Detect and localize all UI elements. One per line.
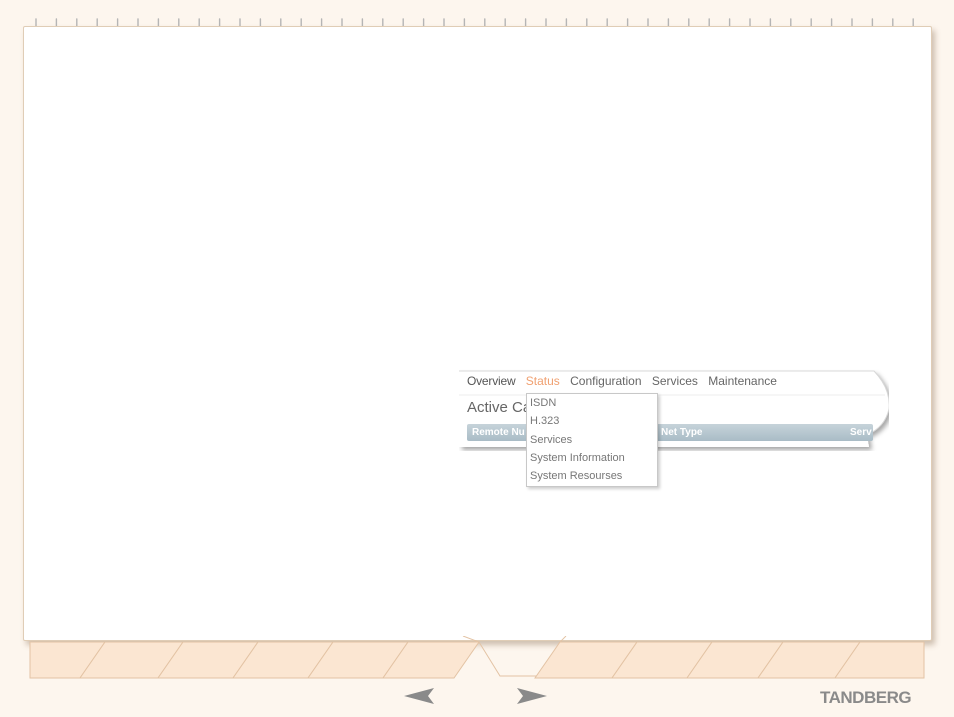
column-header-net-type[interactable]: Net Type — [661, 427, 703, 438]
triangle-right-icon — [517, 688, 547, 704]
index-tabs — [29, 636, 925, 679]
column-header-services[interactable]: Serv — [850, 427, 872, 438]
menu-status[interactable]: Status — [526, 374, 560, 388]
status-dropdown-menu: ISDN H.323 Services System Information S… — [526, 393, 658, 487]
next-page-button[interactable] — [515, 686, 549, 706]
menu-maintenance[interactable]: Maintenance — [708, 374, 777, 388]
main-menu-bar: Overview Status Configuration Services M… — [467, 374, 784, 390]
dropdown-item-services[interactable]: Services — [527, 431, 657, 449]
menu-configuration[interactable]: Configuration — [570, 374, 641, 388]
menu-services[interactable]: Services — [652, 374, 698, 388]
notebook-page — [23, 26, 932, 641]
page-title: Active Ca — [467, 399, 529, 416]
menu-overview[interactable]: Overview — [467, 374, 516, 388]
dropdown-item-h323[interactable]: H.323 — [527, 412, 657, 430]
dropdown-item-system-resources[interactable]: System Resourses — [527, 467, 657, 485]
tandberg-logo: TANDBERG — [820, 688, 912, 707]
column-header-remote-number[interactable]: Remote Nu — [472, 427, 525, 438]
ui-screenshot-snippet: Overview Status Configuration Services M… — [459, 369, 889, 487]
dropdown-item-system-information[interactable]: System Information — [527, 449, 657, 467]
triangle-left-icon — [404, 688, 434, 704]
dropdown-item-isdn[interactable]: ISDN — [527, 394, 657, 412]
previous-page-button[interactable] — [402, 686, 436, 706]
